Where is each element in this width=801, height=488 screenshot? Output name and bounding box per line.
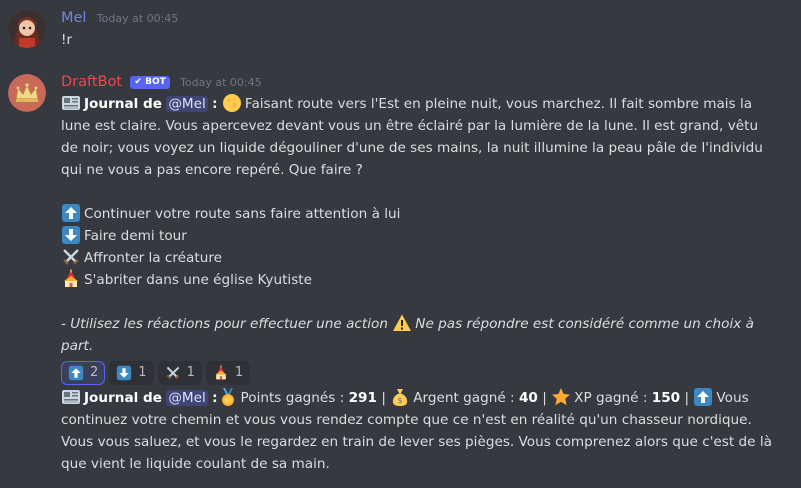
- money-value: 40: [518, 390, 538, 406]
- author-name[interactable]: Mel: [61, 10, 86, 26]
- message-draftbot: DraftBot ✔ BOT Today at 00:45 Journal de…: [0, 72, 801, 488]
- bot-badge-label: BOT: [145, 77, 166, 87]
- medal-icon: [218, 387, 238, 407]
- result-block: Journal de @Mel : Points gagnés : 291 | …: [61, 387, 776, 475]
- timestamp: Today at 00:45: [96, 12, 179, 25]
- arrow-down-icon: [61, 225, 81, 245]
- choice-item: Faire demi tour: [61, 225, 791, 247]
- avatar-mel[interactable]: [8, 10, 46, 48]
- money-bag-icon: $: [390, 387, 410, 407]
- star-icon: [551, 387, 571, 407]
- separator: |: [684, 390, 690, 406]
- timestamp: Today at 00:45: [180, 76, 262, 89]
- separator: |: [381, 390, 386, 406]
- warning-icon: [392, 313, 412, 333]
- choice-item: Affronter la créature: [61, 247, 791, 269]
- bot-badge: ✔ BOT: [130, 76, 170, 89]
- points-value: 291: [348, 390, 377, 406]
- reaction-count: 1: [186, 365, 195, 380]
- mention-mel[interactable]: @Mel: [166, 390, 208, 406]
- reaction-count: 1: [234, 365, 244, 380]
- message-header: DraftBot ✔ BOT Today at 00:45: [61, 72, 791, 92]
- journal-colon: :: [212, 96, 218, 112]
- money-label: Argent gagné :: [413, 390, 515, 406]
- xp-value: 150: [651, 390, 681, 406]
- arrow-up-icon: [68, 365, 84, 381]
- footer-note: - Utilisez les réactions pour effectuer …: [61, 313, 761, 357]
- footer-note-text: - Utilisez les réactions pour effectuer …: [61, 316, 388, 332]
- choice-item: Continuer votre route sans faire attenti…: [61, 203, 791, 225]
- shrine-icon: [61, 269, 81, 289]
- message-text: !r: [61, 32, 73, 48]
- xp-label: XP gagné :: [574, 390, 648, 406]
- choice-label: Affronter la créature: [84, 250, 222, 266]
- author-name[interactable]: DraftBot: [61, 74, 122, 90]
- points-label: Points gagnés :: [240, 390, 345, 406]
- crossed-swords-icon: [61, 247, 81, 267]
- message-header: Mel Today at 00:45: [61, 8, 791, 28]
- shrine-icon: [213, 365, 229, 381]
- newspaper-icon: [61, 93, 81, 113]
- result-text: Vous: [716, 390, 749, 406]
- choice-label: Continuer votre route sans faire attenti…: [84, 206, 401, 222]
- choices-list: Continuer votre route sans faire attenti…: [61, 203, 791, 291]
- choice-label: S'abriter dans une église Kyutiste: [84, 272, 312, 288]
- result-title: Journal de: [84, 390, 162, 406]
- svg-text:$: $: [398, 396, 403, 405]
- arrow-up-icon: [693, 387, 713, 407]
- journal-block: Journal de @Mel : Faisant route vers l'E…: [61, 93, 776, 181]
- journal-title: Journal de: [84, 96, 162, 112]
- reaction-count: 2: [90, 365, 99, 380]
- choice-item: S'abriter dans une église Kyutiste: [61, 269, 791, 291]
- choice-label: Faire demi tour: [84, 228, 187, 244]
- reaction-arrow-up[interactable]: 2: [61, 361, 106, 385]
- arrow-down-icon: [116, 365, 132, 381]
- reaction-count: 1: [138, 365, 147, 380]
- moon-icon: [222, 93, 242, 113]
- reaction-crossed-swords[interactable]: 1: [157, 361, 202, 385]
- message-mel: Mel Today at 00:45 !r: [0, 8, 801, 58]
- crossed-swords-icon: [165, 365, 181, 381]
- result-text-2: continuez votre chemin et vous vous rend…: [61, 412, 772, 472]
- reaction-arrow-down[interactable]: 1: [109, 361, 154, 385]
- arrow-up-icon: [61, 203, 81, 223]
- avatar-draftbot[interactable]: [8, 74, 46, 112]
- reaction-shrine[interactable]: 1: [205, 361, 251, 385]
- reactions-bar: 2 1 1 1: [61, 361, 791, 385]
- separator: |: [542, 390, 547, 406]
- newspaper-icon: [61, 387, 81, 407]
- mention-mel[interactable]: @Mel: [166, 96, 208, 112]
